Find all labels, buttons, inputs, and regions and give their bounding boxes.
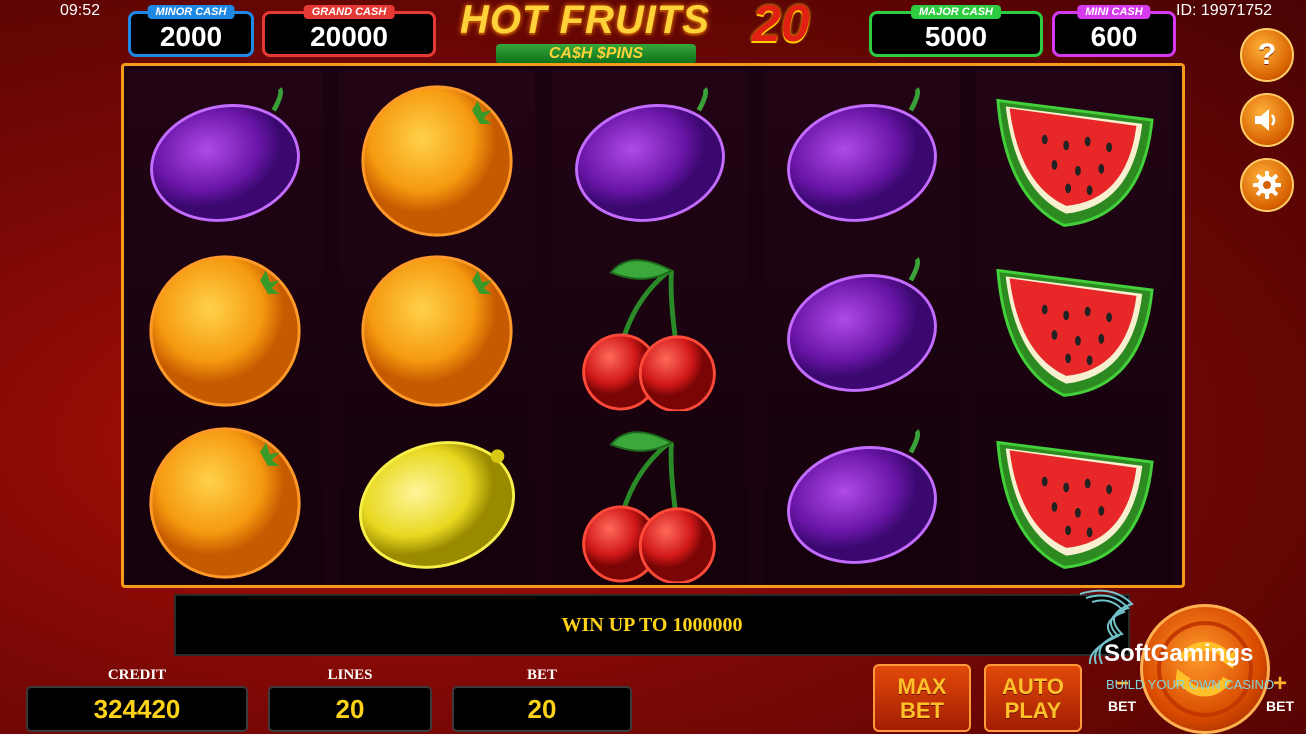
symbol-cherries xyxy=(582,259,716,411)
jackpot-minor: MINOR CASH 2000 xyxy=(128,5,254,57)
gear-icon xyxy=(1253,171,1281,199)
symbol-lemon xyxy=(358,441,516,569)
auto-play-line1: AUTO xyxy=(1002,674,1064,699)
symbol-watermelon xyxy=(996,268,1154,397)
symbol-plum xyxy=(787,87,937,222)
symbol-orange xyxy=(361,255,513,407)
logo-subtitle: CA$H $PINS xyxy=(496,44,696,64)
symbol-cherries xyxy=(582,431,716,583)
symbol-plum xyxy=(787,429,937,564)
symbol-orange xyxy=(149,255,301,407)
win-message: WIN UP TO 1000000 xyxy=(561,614,743,636)
help-icon: ? xyxy=(1257,38,1277,71)
jackpot-grand-label: GRAND CASH xyxy=(303,5,395,19)
lines-value[interactable]: 20 xyxy=(268,686,432,732)
reel-4 xyxy=(764,71,960,584)
watermark-tagline: BUILD YOUR OWN CASINO xyxy=(1106,677,1275,692)
symbol-plum xyxy=(787,257,937,392)
reel-2 xyxy=(339,71,535,584)
reel-3 xyxy=(552,71,748,584)
credit-value: 324420 xyxy=(26,686,248,732)
reel-1 xyxy=(127,71,323,584)
speaker-icon xyxy=(1255,109,1276,131)
sound-button[interactable] xyxy=(1240,93,1294,147)
symbol-orange xyxy=(149,427,301,579)
bet-label: BET xyxy=(526,667,557,683)
reel-5 xyxy=(976,71,1172,584)
jackpot-mini-label: MINI CASH xyxy=(1077,5,1151,19)
watermark-name: SoftGamings xyxy=(1104,640,1254,667)
credit-label: CREDIT xyxy=(107,667,167,683)
bet-value[interactable]: 20 xyxy=(452,686,632,732)
jackpot-mini: MINI CASH 600 xyxy=(1052,5,1176,57)
auto-play-button[interactable]: AUTO PLAY xyxy=(984,664,1082,732)
symbol-orange xyxy=(361,85,513,237)
symbol-watermelon xyxy=(996,98,1154,227)
reels-frame xyxy=(121,63,1185,588)
lines-label: LINES xyxy=(327,667,373,683)
bet-minus-label: BET xyxy=(1108,698,1136,714)
logo-number: 20 xyxy=(752,0,810,53)
jackpot-grand: GRAND CASH 20000 xyxy=(262,5,436,57)
jackpot-minor-value: 2000 xyxy=(159,21,223,52)
auto-play-line2: PLAY xyxy=(1004,698,1062,723)
max-bet-line1: MAX xyxy=(897,674,947,699)
jackpot-major: MAJOR CASH 5000 xyxy=(869,5,1043,57)
win-message-bar: WIN UP TO 1000000 xyxy=(174,594,1130,656)
max-bet-button[interactable]: MAX BET xyxy=(873,664,971,732)
jackpot-minor-label: MINOR CASH xyxy=(147,5,235,19)
spin-button[interactable] xyxy=(1140,604,1270,734)
settings-button[interactable] xyxy=(1240,158,1294,212)
jackpot-mini-value: 600 xyxy=(1090,21,1138,52)
symbol-plum xyxy=(575,87,725,222)
jackpot-major-label: MAJOR CASH xyxy=(911,5,1001,19)
help-button[interactable]: ? xyxy=(1240,28,1294,82)
clock: 09:52 xyxy=(60,2,101,19)
max-bet-line2: BET xyxy=(900,698,944,723)
jackpot-grand-value: 20000 xyxy=(310,21,388,52)
game-id: ID: 19971752 xyxy=(1176,2,1273,19)
logo-title: HOT FRUITS xyxy=(460,0,710,42)
symbol-watermelon xyxy=(996,440,1154,569)
spin-arrows-icon xyxy=(1157,621,1253,717)
jackpot-major-value: 5000 xyxy=(924,21,988,52)
bet-plus-label: BET xyxy=(1266,698,1294,714)
symbol-plum xyxy=(150,87,300,222)
